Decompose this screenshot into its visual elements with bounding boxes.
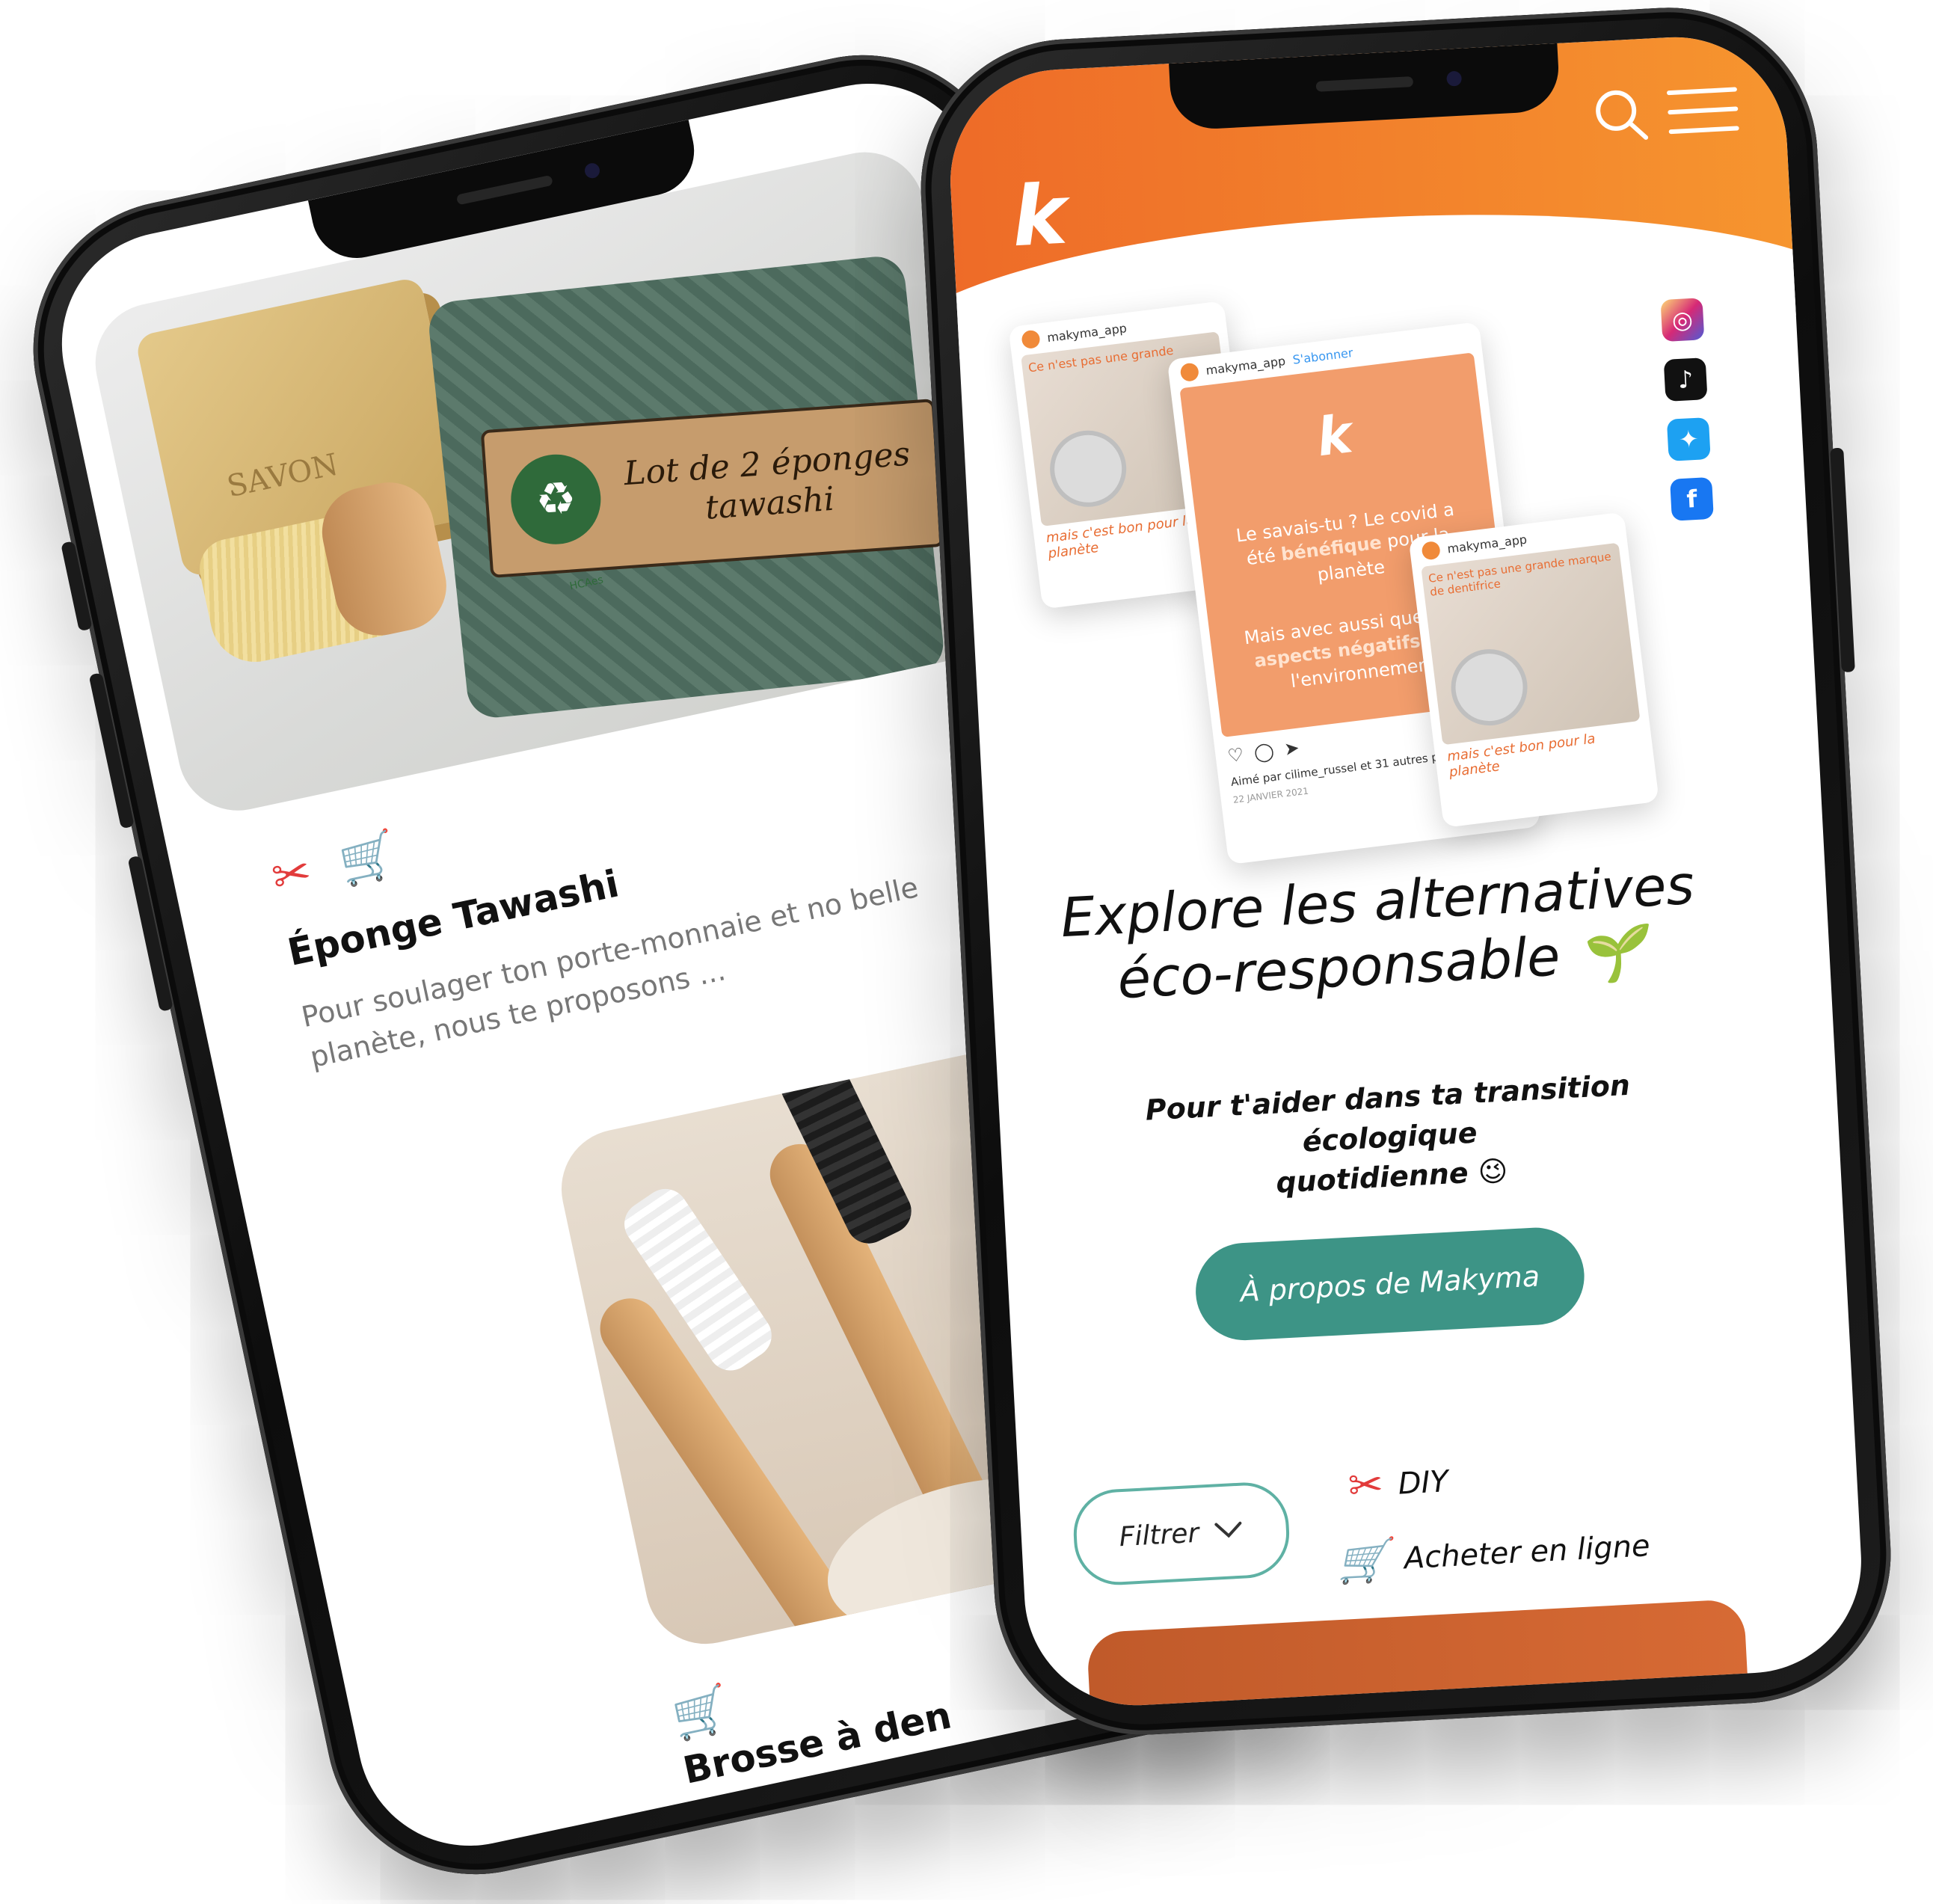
legend-label: Acheter en ligne	[1403, 1529, 1651, 1576]
hamburger-menu-icon[interactable]	[1664, 79, 1742, 145]
search-icon[interactable]	[1589, 84, 1652, 150]
avatar	[1021, 329, 1041, 350]
right-phone-screen: k makyma_app Ce n'est pas une grande mai…	[944, 31, 1867, 1711]
filter-button[interactable]: Filtrer	[1071, 1480, 1292, 1588]
scissors-icon: ✂	[1347, 1460, 1385, 1511]
toothpaste-jar	[1045, 426, 1131, 512]
avatar	[1179, 362, 1200, 383]
follow-link[interactable]: S'abonner	[1292, 345, 1354, 366]
toothpaste-jar	[1446, 645, 1532, 730]
filter-label: Filtrer	[1118, 1517, 1200, 1553]
speaker	[1315, 76, 1414, 92]
chevron-down-icon	[1213, 1515, 1244, 1547]
about-makyma-button[interactable]: À propos de Makyma	[1193, 1225, 1587, 1343]
share-icon[interactable]: ➤	[1283, 737, 1300, 760]
cart-icon: 🛒	[666, 1679, 735, 1745]
phone-mockup-right: k makyma_app Ce n'est pas une grande mai…	[913, 0, 1899, 1742]
makyma-logo: k	[1313, 403, 1356, 469]
post-account: makyma_app	[1046, 320, 1128, 345]
facebook-icon[interactable]: f	[1670, 476, 1714, 521]
post-image: Ce n'est pas une grande marque de dentif…	[1421, 542, 1641, 746]
makyma-logo[interactable]: k	[1009, 167, 1069, 265]
tiktok-icon[interactable]: ♪	[1663, 357, 1708, 402]
hero-title: Explore les alternatives éco-responsable…	[1054, 853, 1703, 1016]
card-category-icons: 🛒	[667, 1680, 735, 1745]
legend-buy-online: 🛒 Acheter en ligne	[1336, 1521, 1652, 1587]
avatar	[1421, 540, 1442, 561]
heart-icon[interactable]: ♡	[1226, 744, 1245, 767]
seedling-icon: 🌱	[1575, 920, 1646, 987]
twitter-icon[interactable]: ✦	[1666, 417, 1711, 461]
tawashi-product-image[interactable]: SAVON ♻ Lot de 2 éponges tawashi HCAes	[84, 141, 1018, 822]
front-camera	[583, 162, 601, 180]
product-label-text: Lot de 2 éponges tawashi	[622, 434, 912, 527]
card-description: Pour soulager ton porte-monnaie et no be…	[298, 870, 921, 1075]
comment-icon[interactable]: ◯	[1253, 740, 1275, 764]
instagram-icon[interactable]: ◎	[1660, 298, 1705, 343]
legend-diy: ✂ DIY	[1347, 1457, 1449, 1511]
scissors-icon: ✂	[266, 843, 316, 906]
post-account: makyma_app	[1446, 532, 1528, 556]
card-category-icons: ✂ 🛒	[267, 825, 402, 906]
product-label: ♻ Lot de 2 éponges tawashi	[480, 399, 945, 579]
cart-icon: 🛒	[1336, 1535, 1391, 1588]
hero-subtitle: Pour t'aider dans ta transition écologiq…	[1081, 1062, 1699, 1213]
wink-emoji-icon: 😉	[1477, 1154, 1509, 1189]
front-camera	[1446, 70, 1463, 87]
speaker	[455, 174, 553, 206]
instagram-post-preview[interactable]: makyma_app Ce n'est pas une grande marqu…	[1408, 512, 1659, 828]
recycle-icon: ♻	[508, 451, 604, 547]
cart-icon: 🛒	[334, 825, 402, 891]
legend-label: DIY	[1397, 1464, 1449, 1502]
post-account: makyma_app	[1205, 353, 1287, 378]
